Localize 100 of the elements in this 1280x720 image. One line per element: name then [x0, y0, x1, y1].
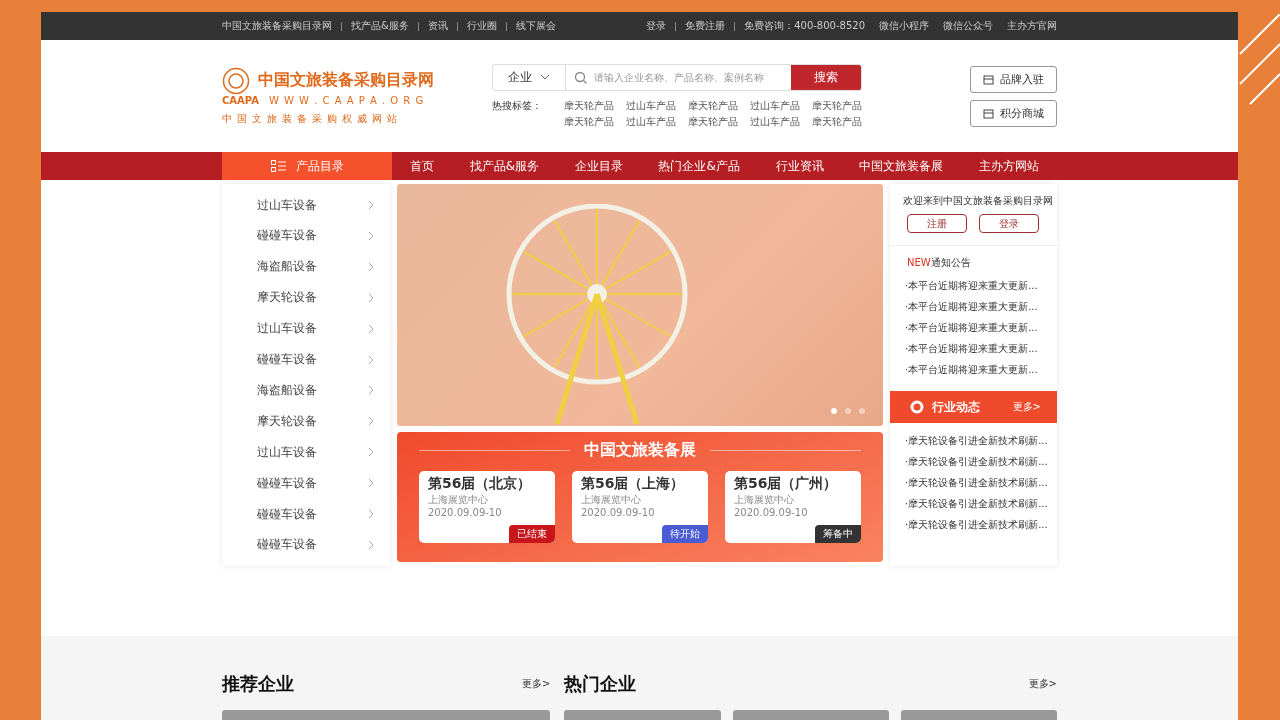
expo-card-title: 第56届（北京）: [428, 475, 532, 493]
category-item[interactable]: 碰碰车设备: [222, 529, 390, 560]
top-link[interactable]: 线下展会: [515, 19, 556, 34]
category-item[interactable]: 碰碰车设备: [222, 344, 390, 375]
more-link[interactable]: 更多>: [1028, 677, 1057, 691]
welcome-text: 欢迎来到中国文旅装备采购目录网: [902, 194, 1054, 208]
top-link[interactable]: 找产品&服务: [351, 19, 409, 34]
news-link[interactable]: ·摩天轮设备引进全新技术刷新...: [890, 494, 1057, 515]
hot-search-tag[interactable]: 摩天轮产品: [812, 98, 874, 113]
expo-venue: 上海展览中心: [581, 493, 641, 507]
carousel-dot[interactable]: [845, 408, 851, 414]
header-button[interactable]: 品牌入驻: [970, 65, 1057, 93]
chevron-right-icon: [368, 354, 374, 365]
more-link[interactable]: 更多>: [1012, 400, 1041, 414]
nav-link[interactable]: 主办方网站: [979, 157, 1040, 175]
news-link[interactable]: ·摩天轮设备引进全新技术刷新...: [890, 473, 1057, 494]
hot-search-tag[interactable]: 过山车产品: [750, 98, 812, 113]
hot-search-tag[interactable]: 过山车产品: [750, 114, 812, 129]
section-title: 推荐企业: [222, 672, 294, 696]
chevron-right-icon: [368, 323, 374, 334]
top-link[interactable]: 主办方官网: [1007, 19, 1057, 34]
top-link[interactable]: 行业圈: [466, 19, 497, 34]
expo-venue: 上海展览中心: [428, 493, 488, 507]
carousel-dot[interactable]: [831, 408, 837, 414]
category-item[interactable]: 摩天轮设备: [222, 282, 390, 313]
news-link[interactable]: ·摩天轮设备引进全新技术刷新...: [890, 431, 1057, 452]
category-item[interactable]: 过山车设备: [222, 313, 390, 344]
status-badge: 已结束: [509, 525, 555, 543]
hot-search-label: 热搜标签：: [492, 98, 542, 113]
notice-link[interactable]: ·本平台近期将迎来重大更新...: [890, 318, 1057, 339]
nav-link[interactable]: 行业资讯: [775, 157, 824, 175]
category-item[interactable]: 摩天轮设备: [222, 406, 390, 437]
hot-search-tag[interactable]: 摩天轮产品: [564, 114, 626, 129]
hot-search-tag[interactable]: 摩天轮产品: [688, 114, 750, 129]
expo-card[interactable]: 第56届（北京） 上海展览中心 2020.09.09-10 已结束: [419, 471, 555, 543]
top-link[interactable]: 中国文旅装备采购目录网: [222, 19, 332, 34]
header-button[interactable]: 积分商城: [970, 99, 1057, 127]
hot-search-tag[interactable]: 摩天轮产品: [688, 98, 750, 113]
login-button[interactable]: 登录: [979, 214, 1039, 233]
chevron-right-icon: [368, 200, 374, 210]
chevron-down-icon: [540, 74, 550, 81]
hot-search-tag[interactable]: 摩天轮产品: [564, 98, 626, 113]
notice-link[interactable]: ·本平台近期将迎来重大更新...: [890, 339, 1057, 360]
expo-title: 中国文旅装备展: [584, 440, 696, 461]
news-link[interactable]: ·摩天轮设备引进全新技术刷新...: [890, 515, 1057, 536]
top-link[interactable]: 微信公众号: [943, 19, 993, 34]
register-button[interactable]: 注册: [907, 214, 967, 233]
top-link[interactable]: 资讯: [427, 19, 448, 34]
search-field[interactable]: 企业 请输入企业名称、产品名称、案例名称 搜索: [492, 63, 862, 91]
top-link[interactable]: 免费注册: [685, 19, 726, 34]
category-item[interactable]: 过山车设备: [222, 437, 390, 468]
hot-search-tag[interactable]: 过山车产品: [626, 98, 688, 113]
category-item[interactable]: 海盗船设备: [222, 375, 390, 406]
nav-link[interactable]: 首页: [409, 157, 434, 175]
notice-link[interactable]: ·本平台近期将迎来重大更新...: [890, 297, 1057, 318]
category-item[interactable]: 碰碰车设备: [222, 220, 390, 251]
chevron-right-icon: [368, 447, 374, 458]
chevron-right-icon: [368, 509, 374, 520]
notice-heading: NEW通知公告: [906, 256, 972, 270]
expo-date: 2020.09.09-10: [428, 507, 502, 518]
top-link[interactable]: 微信小程序: [879, 19, 929, 34]
expo-card-title: 第56届（广州）: [734, 475, 838, 493]
nav-link[interactable]: 中国文旅装备展: [859, 157, 944, 175]
list-icon: [270, 159, 286, 173]
status-badge: 待开始: [662, 525, 708, 543]
chevron-right-icon: [368, 539, 374, 550]
ring-icon: [910, 400, 924, 414]
category-item[interactable]: 碰碰车设备: [222, 499, 390, 530]
notice-link[interactable]: ·本平台近期将迎来重大更新...: [890, 360, 1057, 381]
expo-card[interactable]: 第56届（上海） 上海展览中心 2020.09.09-10 待开始: [572, 471, 708, 543]
nav-link[interactable]: 企业目录: [574, 157, 623, 175]
section-title: 热门企业: [564, 672, 637, 696]
category-item[interactable]: 过山车设备: [222, 190, 390, 220]
search-scope-dropdown[interactable]: 企业: [493, 64, 566, 90]
nav-link[interactable]: 找产品&服务: [469, 157, 539, 175]
news-title: 行业动态: [932, 398, 981, 416]
expo-date: 2020.09.09-10: [734, 507, 808, 518]
status-badge: 筹备中: [815, 525, 861, 543]
expo-card-title: 第56届（上海）: [581, 475, 685, 493]
more-link[interactable]: 更多>: [522, 677, 551, 691]
site-title: 中国文旅装备采购目录网: [258, 70, 434, 92]
search-button[interactable]: 搜索: [791, 64, 861, 90]
top-link[interactable]: 登录: [646, 19, 667, 34]
category-item[interactable]: 碰碰车设备: [222, 468, 390, 499]
expo-card[interactable]: 第56届（广州） 上海展览中心 2020.09.09-10 筹备中: [725, 471, 861, 543]
site-slogan: 中国文旅装备采购权威网站: [222, 111, 403, 126]
chevron-right-icon: [368, 478, 374, 489]
site-url: W W W . C A A P A . O R G: [268, 94, 425, 106]
nav-link[interactable]: 热门企业&产品: [658, 157, 740, 175]
hot-search-tag[interactable]: 过山车产品: [626, 114, 688, 129]
news-link[interactable]: ·摩天轮设备引进全新技术刷新...: [890, 452, 1057, 473]
notice-link[interactable]: ·本平台近期将迎来重大更新...: [890, 276, 1057, 297]
logo-emblem-icon: [222, 66, 250, 95]
carousel-dot[interactable]: [859, 408, 865, 414]
chevron-right-icon: [368, 385, 374, 396]
chevron-right-icon: [368, 230, 374, 241]
hot-search-tag[interactable]: 摩天轮产品: [812, 114, 874, 129]
expo-date: 2020.09.09-10: [581, 507, 655, 518]
top-link[interactable]: 免费咨询：400-800-8520: [744, 19, 865, 34]
category-item[interactable]: 海盗船设备: [222, 251, 390, 282]
